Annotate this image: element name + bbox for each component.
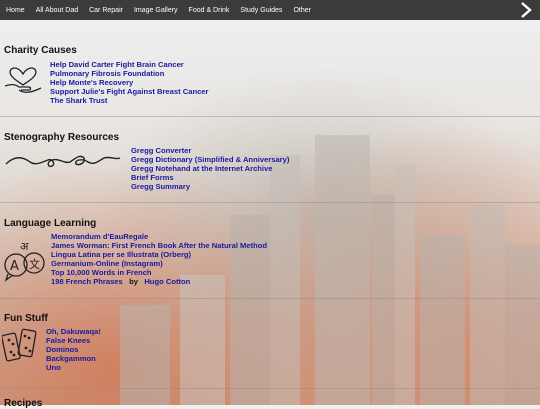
- section-title: Stenography Resources: [4, 132, 120, 143]
- dominoes-icon: [1, 328, 40, 367]
- list-item: Help Monte's Recovery: [50, 78, 209, 87]
- section-title: Language Learning: [4, 218, 97, 229]
- list-item: Gregg Converter: [131, 146, 289, 155]
- language-link[interactable]: Lingua Latina per se Illustrata (Orberg): [51, 250, 191, 259]
- list-item: Brief Forms: [131, 173, 289, 182]
- nav-study-guides[interactable]: Study Guides: [240, 7, 282, 14]
- list-item: Top 10,000 Words in French: [51, 268, 267, 277]
- charity-link-list: Help David Carter Fight Brain Cancer Pul…: [50, 60, 209, 105]
- fun-link[interactable]: Backgammon: [46, 354, 96, 363]
- charity-link[interactable]: Help David Carter Fight Brain Cancer: [50, 60, 184, 69]
- steno-link[interactable]: Gregg Dictionary (Simplified & Anniversa…: [131, 155, 289, 164]
- language-link[interactable]: Memorandum d'EauRegale: [51, 232, 148, 241]
- language-link[interactable]: Top 10,000 Words in French: [51, 268, 152, 277]
- section-stenography-resources: Stenography Resources Gregg Converter Gr…: [0, 116, 540, 203]
- nav-all-about-dad[interactable]: All About Dad: [36, 7, 78, 14]
- nav-home[interactable]: Home: [6, 7, 25, 14]
- section-recipes: Recipes: [0, 388, 540, 409]
- section-title: Charity Causes: [4, 45, 77, 56]
- nav-food-drink[interactable]: Food & Drink: [189, 7, 230, 14]
- steno-link-list: Gregg Converter Gregg Dictionary (Simpli…: [131, 146, 289, 191]
- top-navigation-bar: Home All About Dad Car Repair Image Gall…: [0, 0, 540, 20]
- nav-other[interactable]: Other: [293, 7, 311, 14]
- svg-text:A: A: [10, 259, 19, 274]
- language-link-list: Memorandum d'EauRegale James Worman: Fir…: [51, 232, 267, 286]
- fun-link[interactable]: False Knees: [46, 336, 90, 345]
- charity-link[interactable]: Pulmonary Fibrosis Foundation: [50, 69, 164, 78]
- list-item: Germanium-Online (Instagram): [51, 259, 267, 268]
- by-label: by: [129, 277, 138, 286]
- list-item: Memorandum d'EauRegale: [51, 232, 267, 241]
- list-item: James Worman: First French Book After th…: [51, 241, 267, 250]
- shorthand-scribble-icon: [4, 150, 122, 179]
- section-language-learning: Language Learning A 文 अ Memorandum d'Eau…: [0, 202, 540, 299]
- heart-in-hand-icon: [3, 60, 43, 101]
- list-item: 198 French Phrases by Hugo Cotton: [51, 277, 267, 286]
- language-link[interactable]: James Worman: First French Book After th…: [51, 241, 267, 250]
- list-item: False Knees: [46, 336, 101, 345]
- fun-link[interactable]: Oh, Dakuwaqa!: [46, 327, 101, 336]
- list-item: Help David Carter Fight Brain Cancer: [50, 60, 209, 69]
- steno-link[interactable]: Gregg Converter: [131, 146, 191, 155]
- charity-link[interactable]: The Shark Trust: [50, 96, 107, 105]
- list-item: Pulmonary Fibrosis Foundation: [50, 69, 209, 78]
- section-fun-stuff: Fun Stuff Oh, Dakuwaqa! False Knees Domi…: [0, 298, 540, 389]
- list-item: Gregg Dictionary (Simplified & Anniversa…: [131, 155, 289, 164]
- steno-link[interactable]: Gregg Summary: [131, 182, 190, 191]
- list-item: Backgammon: [46, 354, 101, 363]
- list-item: The Shark Trust: [50, 96, 209, 105]
- author-link[interactable]: Hugo Cotton: [144, 277, 190, 286]
- language-link[interactable]: Germanium-Online (Instagram): [51, 259, 163, 268]
- list-item: Dominos: [46, 345, 101, 354]
- section-charity-causes: Charity Causes Help David Carter Fight B…: [0, 20, 540, 117]
- list-item: Lingua Latina per se Illustrata (Orberg): [51, 250, 267, 259]
- translate-speech-icon: A 文 अ: [2, 236, 46, 287]
- list-item: Oh, Dakuwaqa!: [46, 327, 101, 336]
- section-title: Fun Stuff: [4, 313, 48, 324]
- nav-image-gallery[interactable]: Image Gallery: [134, 7, 178, 14]
- list-item: Gregg Notehand at the Internet Archive: [131, 164, 289, 173]
- section-title: Recipes: [4, 398, 43, 409]
- svg-text:अ: अ: [20, 240, 29, 253]
- nav-car-repair[interactable]: Car Repair: [89, 7, 123, 14]
- list-item: Uno: [46, 363, 101, 372]
- chevron-right-icon[interactable]: [520, 0, 532, 20]
- charity-link[interactable]: Support Julie's Fight Against Breast Can…: [50, 87, 209, 96]
- list-item: Gregg Summary: [131, 182, 289, 191]
- fun-link-list: Oh, Dakuwaqa! False Knees Dominos Backga…: [46, 327, 101, 372]
- list-item: Support Julie's Fight Against Breast Can…: [50, 87, 209, 96]
- steno-link[interactable]: Gregg Notehand at the Internet Archive: [131, 164, 273, 173]
- steno-link[interactable]: Brief Forms: [131, 173, 174, 182]
- svg-text:文: 文: [29, 257, 40, 271]
- language-link[interactable]: 198 French Phrases: [51, 277, 123, 286]
- charity-link[interactable]: Help Monte's Recovery: [50, 78, 133, 87]
- fun-link[interactable]: Uno: [46, 363, 61, 372]
- fun-link[interactable]: Dominos: [46, 345, 79, 354]
